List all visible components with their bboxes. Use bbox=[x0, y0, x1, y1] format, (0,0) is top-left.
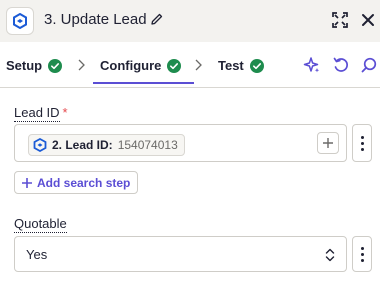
quotable-select[interactable]: Yes bbox=[14, 236, 347, 272]
quotable-label-text: Quotable bbox=[14, 216, 67, 233]
plus-icon bbox=[22, 177, 32, 188]
step-title: 3. Update Lead bbox=[44, 11, 147, 28]
add-search-step-button[interactable]: Add search step bbox=[14, 171, 139, 194]
step-header: 3. Update Lead bbox=[0, 0, 380, 42]
app-logo-icon bbox=[33, 138, 47, 152]
pencil-icon[interactable] bbox=[150, 12, 164, 26]
expand-icon[interactable] bbox=[331, 11, 349, 29]
lead-id-more-button[interactable] bbox=[352, 124, 372, 162]
check-circle-icon bbox=[249, 58, 264, 73]
pill-value: 154074013 bbox=[117, 138, 178, 152]
quotable-more-button[interactable] bbox=[352, 236, 372, 272]
refresh-icon[interactable] bbox=[332, 56, 350, 74]
tab-label: Setup bbox=[6, 58, 43, 73]
lead-id-label-text: Lead ID bbox=[14, 105, 60, 122]
quotable-selected-value: Yes bbox=[26, 247, 48, 262]
mapped-value-pill[interactable]: 2. Lead ID: 154074013 bbox=[28, 134, 185, 156]
tab-test[interactable]: Test bbox=[218, 58, 264, 73]
lead-id-label: Lead ID * bbox=[14, 105, 68, 122]
insert-data-button[interactable] bbox=[317, 132, 339, 154]
pill-key: 2. Lead ID: bbox=[52, 138, 113, 152]
add-search-step-label: Add search step bbox=[37, 175, 131, 190]
search-icon[interactable] bbox=[360, 56, 378, 74]
lead-id-field[interactable]: 2. Lead ID: 154074013 bbox=[14, 124, 347, 162]
chevron-right-icon bbox=[78, 59, 85, 71]
chevron-up-down-icon bbox=[325, 248, 335, 262]
step-tabs: Setup Configure Test bbox=[0, 42, 380, 88]
tab-setup[interactable]: Setup bbox=[6, 58, 63, 73]
active-tab-indicator bbox=[93, 82, 194, 84]
required-mark: * bbox=[62, 105, 68, 120]
tab-configure[interactable]: Configure bbox=[100, 58, 182, 73]
app-logo-icon bbox=[6, 7, 34, 35]
tab-label: Test bbox=[218, 58, 244, 73]
chevron-right-icon bbox=[195, 59, 202, 71]
tab-label: Configure bbox=[100, 58, 162, 73]
sparkle-icon[interactable] bbox=[303, 56, 321, 74]
check-circle-icon bbox=[167, 58, 182, 73]
check-circle-icon bbox=[48, 58, 63, 73]
quotable-label: Quotable bbox=[14, 216, 67, 233]
close-icon[interactable] bbox=[360, 12, 376, 28]
plus-icon bbox=[323, 138, 333, 148]
